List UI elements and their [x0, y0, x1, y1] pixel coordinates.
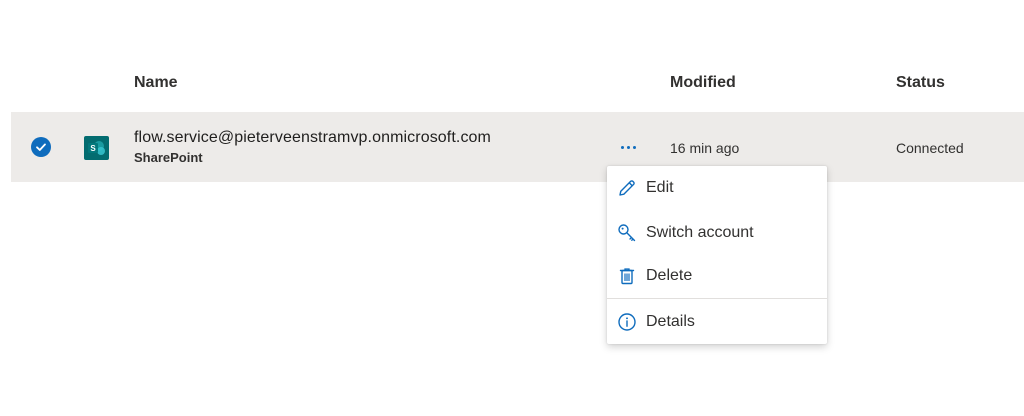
trash-icon — [616, 265, 638, 287]
sharepoint-icon: S — [84, 136, 109, 160]
menu-item-details[interactable]: Details — [607, 301, 827, 343]
connection-type: SharePoint — [134, 150, 203, 165]
info-icon — [616, 311, 638, 333]
menu-item-delete[interactable]: Delete — [607, 255, 827, 297]
pencil-icon — [616, 177, 638, 199]
more-dot — [626, 145, 630, 149]
more-dot — [632, 145, 636, 149]
svg-text:S: S — [90, 144, 96, 153]
menu-item-label: Delete — [646, 267, 693, 284]
connection-title[interactable]: flow.service@pieterveenstramvp.onmicroso… — [134, 129, 491, 147]
more-dot — [620, 145, 624, 149]
column-header-status[interactable]: Status — [896, 74, 945, 92]
menu-item-switch-account[interactable]: Switch account — [607, 212, 827, 254]
list-header: Name Modified Status — [0, 74, 1024, 94]
connection-name-cell: flow.service@pieterveenstramvp.onmicroso… — [134, 129, 491, 165]
column-header-name[interactable]: Name — [134, 74, 178, 92]
key-icon — [616, 222, 638, 244]
menu-item-label: Switch account — [646, 224, 754, 241]
menu-divider — [607, 298, 827, 299]
row-checkbox[interactable] — [31, 137, 51, 157]
connections-page: Name Modified Status S flow.service@piet… — [0, 0, 1024, 416]
menu-item-edit[interactable]: Edit — [607, 167, 827, 209]
more-options-button[interactable] — [616, 136, 640, 158]
menu-item-label: Details — [646, 313, 695, 330]
context-menu: Edit Switch account Delete Details — [607, 166, 827, 344]
column-header-modified[interactable]: Modified — [670, 74, 736, 92]
status-cell: Connected — [896, 140, 964, 156]
table-row[interactable]: S flow.service@pieterveenstramvp.onmicro… — [11, 112, 1024, 182]
checkmark-icon — [36, 143, 46, 151]
menu-item-label: Edit — [646, 179, 674, 196]
modified-cell: 16 min ago — [670, 140, 740, 156]
